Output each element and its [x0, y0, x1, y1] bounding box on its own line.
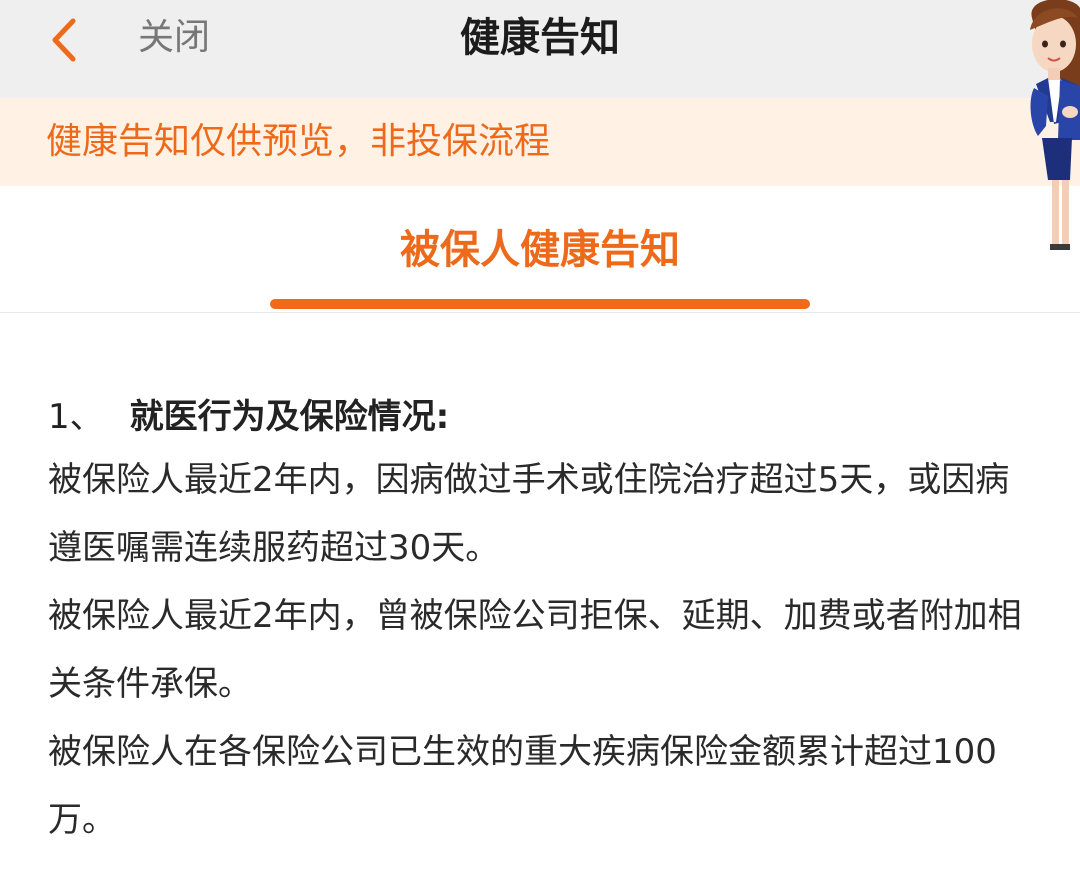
notice-item: 被保险人最近2年内，曾被保险公司拒保、延期、加费或者附加相关条件承保。: [48, 596, 1022, 704]
customer-service-avatar[interactable]: [1002, 0, 1080, 260]
top-navigation-bar: 关闭 健康告知: [0, 0, 1080, 98]
preview-notice-banner: 健康告知仅供预览，非投保流程: [0, 98, 1080, 186]
health-notice-content: 1、 就医行为及保险情况: 被保险人最近2年内，因病做过手术或住院治疗超过5天，或…: [48, 388, 1038, 854]
notice-text: 健康告知仅供预览，非投保流程: [46, 121, 551, 162]
notice-item: 被保险人在各保险公司已生效的重大疾病保险金额累计超过100万。: [48, 732, 997, 840]
tab-bar: 被保人健康告知: [0, 186, 1080, 313]
tab-label: 被保人健康告知: [400, 227, 680, 273]
section-number: 1、: [48, 397, 104, 437]
section-heading: 1、 就医行为及保险情况:: [48, 388, 1038, 446]
page-title: 健康告知: [460, 15, 620, 61]
notice-item: 被保险人最近2年内，因病做过手术或住院治疗超过5天，或因病遵医嘱需连续服药超过3…: [48, 460, 1010, 568]
tab-insured-health-notice[interactable]: 被保人健康告知: [270, 186, 810, 312]
section-title: 就医行为及保险情况:: [129, 397, 450, 437]
active-tab-indicator: [270, 299, 810, 309]
